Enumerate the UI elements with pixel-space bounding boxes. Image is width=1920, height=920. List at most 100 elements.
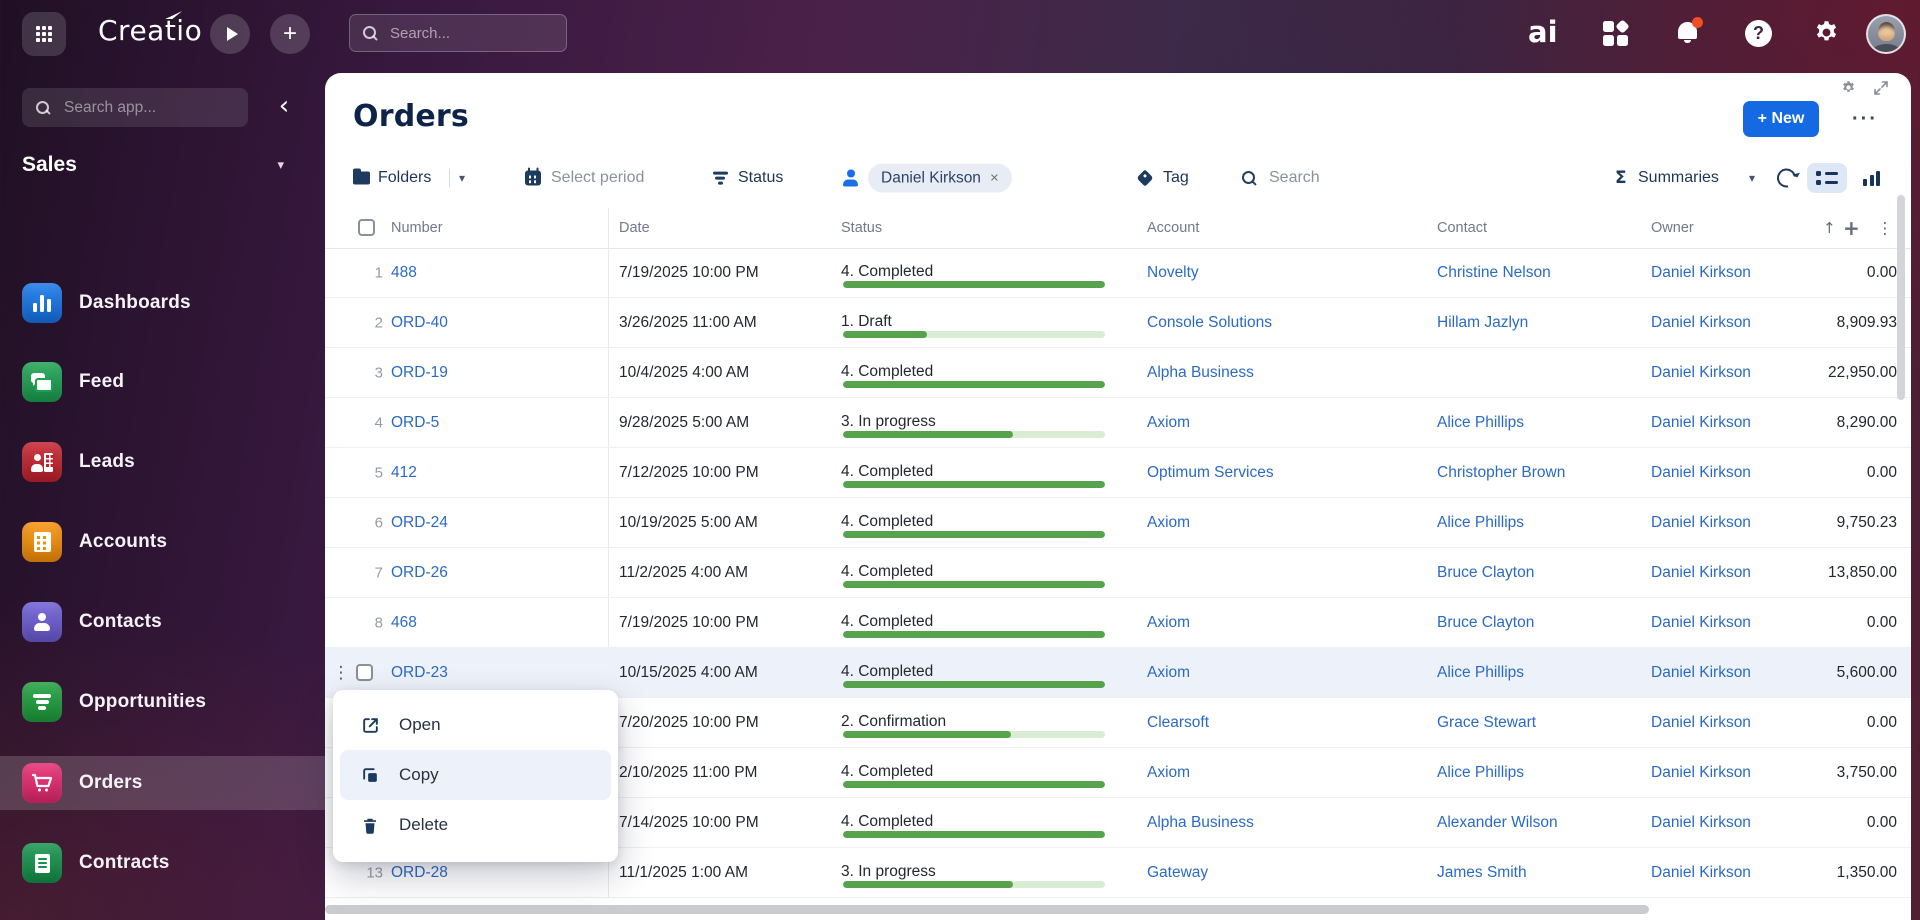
account-link[interactable]: Novelty bbox=[1147, 264, 1199, 282]
order-number-link[interactable]: ORD-19 bbox=[391, 364, 448, 382]
notification-dot bbox=[1692, 17, 1703, 28]
order-amount: 1,350.00 bbox=[1836, 863, 1897, 881]
account-link[interactable]: Axiom bbox=[1147, 614, 1190, 632]
order-number-link[interactable]: ORD-24 bbox=[391, 514, 448, 532]
order-date: 10/15/2025 4:00 AM bbox=[619, 663, 758, 681]
menu-item-label: Open bbox=[399, 715, 441, 734]
sidebar-item-opportunities[interactable]: Opportunities bbox=[0, 675, 325, 729]
table-row[interactable]: 3 ORD-19 10/4/2025 4:00 AM 4. Completed Alph… bbox=[325, 348, 1911, 398]
context-menu-item-delete[interactable]: Delete bbox=[340, 800, 611, 850]
order-number-link[interactable]: 468 bbox=[391, 614, 417, 632]
user-avatar[interactable] bbox=[1866, 14, 1906, 54]
app-launcher-button[interactable] bbox=[22, 12, 66, 56]
contact-link[interactable]: Christopher Brown bbox=[1437, 464, 1565, 482]
global-search-input[interactable] bbox=[388, 23, 542, 43]
order-status: 4. Completed bbox=[841, 613, 934, 630]
workspace-caret-icon[interactable]: ▾ bbox=[277, 158, 284, 173]
table-row[interactable]: 1 488 7/19/2025 10:00 PM 4. Completed Novelt… bbox=[325, 248, 1911, 298]
account-link[interactable]: Axiom bbox=[1147, 764, 1190, 782]
contact-link[interactable]: Bruce Clayton bbox=[1437, 614, 1534, 632]
table-row[interactable]: 6 ORD-24 10/19/2025 5:00 AM 4. Completed Axi… bbox=[325, 498, 1911, 548]
order-number-link[interactable]: 412 bbox=[391, 464, 417, 482]
contact-link[interactable]: Alexander Wilson bbox=[1437, 814, 1558, 832]
collapse-sidebar-chevron-icon[interactable]: ‹ bbox=[264, 85, 304, 127]
table-row[interactable]: 4 ORD-5 9/28/2025 5:00 AM 3. In progress Axi… bbox=[325, 398, 1911, 448]
creatio-ai-button[interactable]: ai bbox=[1528, 15, 1558, 49]
sidebar-item-invoices[interactable]: Invoices bbox=[0, 916, 325, 920]
sidebar-item-contacts[interactable]: Contacts bbox=[0, 595, 325, 649]
order-number-link[interactable]: ORD-40 bbox=[391, 314, 448, 332]
table-row[interactable]: 7 ORD-26 11/2/2025 4:00 AM 4. Completed Bruc… bbox=[325, 548, 1911, 598]
row-index: 8 bbox=[374, 614, 383, 631]
contact-link[interactable]: Hillam Jazlyn bbox=[1437, 314, 1528, 332]
row-kebab-icon[interactable]: ⋮ bbox=[331, 663, 351, 683]
contact-link[interactable]: Alice Phillips bbox=[1437, 664, 1524, 682]
order-status: 4. Completed bbox=[841, 563, 934, 580]
account-link[interactable]: Axiom bbox=[1147, 664, 1190, 682]
account-link[interactable]: Optimum Services bbox=[1147, 464, 1274, 482]
sidebar-item-feed[interactable]: Feed bbox=[0, 355, 325, 409]
table-row[interactable]: 2 ORD-40 3/26/2025 11:00 AM 1. Draft Console… bbox=[325, 298, 1911, 348]
order-number-link[interactable]: ORD-5 bbox=[391, 414, 439, 432]
context-menu-item-copy[interactable]: Copy bbox=[340, 750, 611, 800]
order-status: 4. Completed bbox=[841, 763, 934, 780]
global-add-button[interactable]: + bbox=[270, 14, 310, 54]
sidebar-item-accounts[interactable]: Accounts bbox=[0, 515, 325, 569]
account-link[interactable]: Console Solutions bbox=[1147, 314, 1272, 332]
account-link[interactable]: Clearsoft bbox=[1147, 714, 1209, 732]
contact-link[interactable]: James Smith bbox=[1437, 864, 1527, 882]
app-search-input[interactable] bbox=[62, 97, 226, 118]
contact-link[interactable]: Bruce Clayton bbox=[1437, 564, 1534, 582]
workspaces-icon[interactable] bbox=[1603, 19, 1630, 47]
workspace-selector[interactable]: Sales ▾ bbox=[22, 153, 284, 177]
row-index: 7 bbox=[374, 564, 383, 581]
creatio-logo-text: Creatio bbox=[98, 14, 203, 47]
order-number-link[interactable]: ORD-23 bbox=[391, 664, 448, 682]
row-index: 1 bbox=[374, 264, 383, 281]
contact-link[interactable]: Alice Phillips bbox=[1437, 764, 1524, 782]
settings-gear-icon[interactable] bbox=[1813, 19, 1840, 46]
global-search[interactable] bbox=[349, 14, 567, 52]
table-row[interactable]: 8 468 7/19/2025 10:00 PM 4. Completed Axiom B… bbox=[325, 598, 1911, 648]
sidebar-item-label: Contracts bbox=[79, 852, 170, 873]
order-status: 3. In progress bbox=[841, 413, 936, 430]
account-link[interactable]: Axiom bbox=[1147, 514, 1190, 532]
account-link[interactable]: Axiom bbox=[1147, 414, 1190, 432]
status-progress-fill bbox=[843, 581, 1105, 588]
sidebar-item-orders[interactable]: Orders bbox=[0, 756, 325, 810]
question-glyph: ? bbox=[1753, 23, 1764, 43]
contact-link[interactable]: Grace Stewart bbox=[1437, 714, 1536, 732]
play-button[interactable] bbox=[210, 14, 250, 54]
sidebar-item-dashboards[interactable]: Dashboards bbox=[0, 276, 325, 330]
context-menu-item-open[interactable]: Open bbox=[340, 700, 611, 750]
account-link[interactable]: Gateway bbox=[1147, 864, 1208, 882]
contact-link[interactable]: Alice Phillips bbox=[1437, 514, 1524, 532]
search-icon bbox=[35, 100, 51, 116]
order-number-link[interactable]: ORD-26 bbox=[391, 564, 448, 582]
row-checkbox[interactable] bbox=[356, 664, 373, 681]
order-date: 7/14/2025 10:00 PM bbox=[619, 813, 759, 831]
copy-icon bbox=[362, 767, 377, 782]
lead-tile bbox=[22, 442, 62, 482]
row-context-menu: Open Copy Delete bbox=[333, 690, 618, 862]
status-progress-track bbox=[843, 381, 1105, 388]
account-link[interactable]: Alpha Business bbox=[1147, 364, 1254, 382]
order-status: 4. Completed bbox=[841, 813, 934, 830]
notifications-bell-icon[interactable] bbox=[1675, 17, 1703, 46]
app-search[interactable] bbox=[22, 88, 248, 127]
status-progress-track bbox=[843, 731, 1105, 738]
order-status: 3. In progress bbox=[841, 863, 936, 880]
person-tile bbox=[22, 602, 62, 642]
order-number-link[interactable]: ORD-28 bbox=[391, 864, 448, 882]
order-number-link[interactable]: 488 bbox=[391, 264, 417, 282]
contact-link[interactable]: Christine Nelson bbox=[1437, 264, 1551, 282]
account-link[interactable]: Alpha Business bbox=[1147, 814, 1254, 832]
table-row[interactable]: 5 412 7/12/2025 10:00 PM 4. Completed Optimu… bbox=[325, 448, 1911, 498]
help-icon[interactable]: ? bbox=[1745, 20, 1772, 47]
contact-link[interactable]: Alice Phillips bbox=[1437, 414, 1524, 432]
sidebar-item-leads[interactable]: Leads bbox=[0, 435, 325, 489]
status-progress-track bbox=[843, 831, 1105, 838]
horizontal-scrollbar[interactable] bbox=[325, 905, 1649, 914]
sidebar-item-contracts[interactable]: Contracts bbox=[0, 836, 325, 890]
vertical-scrollbar[interactable] bbox=[1897, 195, 1905, 400]
